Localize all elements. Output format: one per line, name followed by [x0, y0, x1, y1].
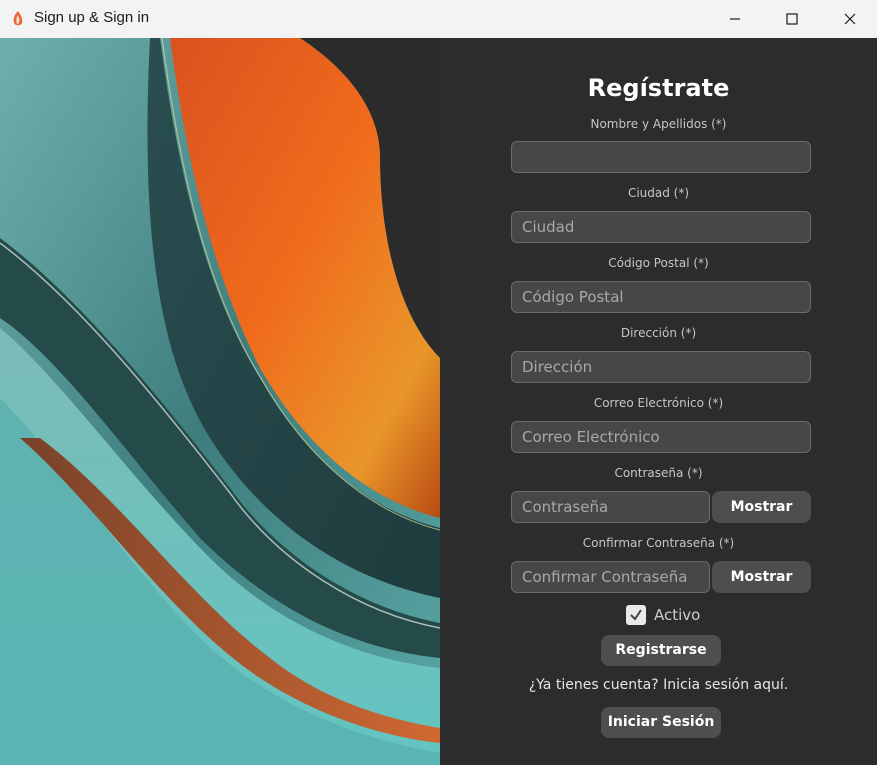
email-input[interactable]: Correo Electrónico — [511, 421, 811, 453]
close-icon — [844, 13, 856, 25]
app-window: Sign up & Sign in Regístrate Nombre y Ap… — [0, 0, 877, 765]
java-app-icon — [13, 11, 23, 26]
window-title: Sign up & Sign in — [34, 9, 150, 26]
city-label: Ciudad (*) — [627, 186, 690, 200]
login-prompt-text: ¿Ya tienes cuenta? Inicia sesión aquí. — [528, 677, 789, 693]
abstract-waves-graphic — [0, 38, 440, 765]
city-input[interactable]: Ciudad — [511, 211, 811, 243]
postal-code-label: Código Postal (*) — [608, 256, 709, 270]
show-password-button[interactable]: Mostrar — [712, 491, 811, 523]
password-input[interactable]: Contraseña — [511, 491, 710, 523]
abstract-wallpaper-image — [0, 38, 440, 765]
show-confirm-password-button[interactable]: Mostrar — [712, 561, 811, 593]
email-label: Correo Electrónico (*) — [593, 396, 724, 410]
name-label: Nombre y Apellidos (*) — [590, 117, 727, 131]
active-label: Activo — [654, 606, 701, 624]
address-input[interactable]: Dirección — [511, 351, 811, 383]
minimize-icon — [730, 18, 740, 20]
registration-form: Regístrate Nombre y Apellidos (*) Ciudad… — [440, 38, 877, 765]
login-button[interactable]: Iniciar Sesión — [601, 707, 721, 738]
maximize-icon — [786, 13, 798, 25]
postal-code-input[interactable]: Código Postal — [511, 281, 811, 313]
password-label: Contraseña (*) — [614, 466, 703, 480]
active-checkbox[interactable] — [626, 605, 646, 625]
form-heading: Regístrate — [587, 74, 730, 102]
minimize-button[interactable] — [706, 0, 764, 38]
close-button[interactable] — [821, 0, 877, 38]
confirm-password-input[interactable]: Confirmar Contraseña — [511, 561, 710, 593]
title-bar: Sign up & Sign in — [0, 0, 877, 39]
confirm-password-label: Confirmar Contraseña (*) — [582, 536, 735, 550]
maximize-button[interactable] — [763, 0, 821, 38]
checkmark-icon — [630, 609, 642, 621]
register-button[interactable]: Registrarse — [601, 635, 721, 666]
address-label: Dirección (*) — [620, 326, 697, 340]
name-input[interactable] — [511, 141, 811, 173]
active-toggle[interactable]: Activo — [626, 604, 700, 626]
